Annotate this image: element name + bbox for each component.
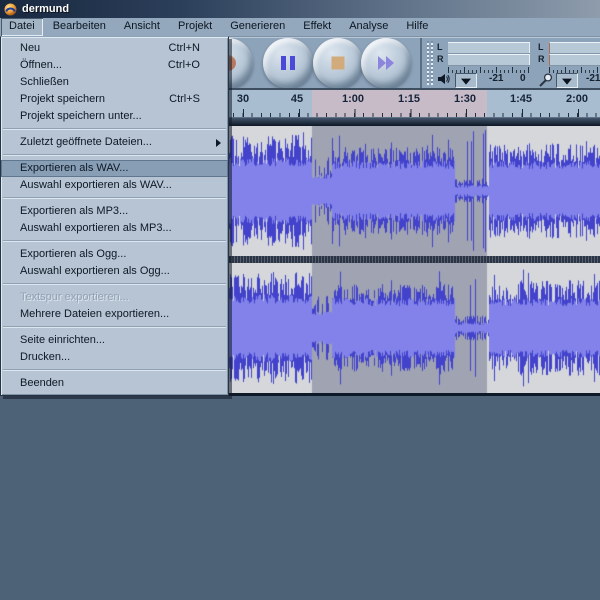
meter-scale-label: -21	[489, 73, 503, 84]
menu-separator	[1, 280, 228, 289]
menu-item-beenden[interactable]: Beenden	[1, 375, 228, 392]
ruler-ticks	[229, 109, 600, 117]
menubar-item-ansicht[interactable]: Ansicht	[116, 18, 168, 36]
output-meter-bar-right	[448, 54, 530, 66]
menu-separator	[1, 237, 228, 246]
input-meter-dropdown[interactable]	[556, 73, 578, 88]
empty-workspace	[0, 396, 600, 600]
file-menu-dropdown: Neu Ctrl+N Öffnen... Ctrl+O Schließen Projekt…	[0, 36, 229, 396]
audacity-window: dermund DateiBearbeitenAnsichtProjektGen…	[0, 0, 600, 600]
menu-item-shortcut: Ctrl+O	[168, 57, 200, 74]
ruler-time-label: 1:30	[454, 93, 476, 105]
menu-item-textspur-exportieren: Textspur exportieren...	[1, 289, 228, 306]
menu-item-seite-einrichten[interactable]: Seite einrichten...	[1, 332, 228, 349]
microphone-icon	[538, 73, 553, 87]
meter-channel-label: L	[538, 42, 544, 53]
menu-item-label: Beenden	[20, 377, 64, 389]
output-level-meter[interactable]: L R -21 0	[436, 40, 532, 86]
menu-separator	[1, 194, 228, 203]
dropdown-arrow-icon	[562, 78, 572, 84]
menu-item-auswahl-exportieren-als-wav[interactable]: Auswahl exportieren als WAV...	[1, 177, 228, 194]
menu-item-label: Projekt speichern	[20, 93, 105, 105]
menu-item-drucken[interactable]: Drucken...	[1, 349, 228, 366]
ruler-time-label: 1:00	[342, 93, 364, 105]
menu-separator	[1, 151, 228, 160]
stop-button[interactable]	[313, 38, 363, 88]
menu-item-label: Textspur exportieren...	[20, 291, 129, 303]
menu-item-label: Auswahl exportieren als MP3...	[20, 222, 172, 234]
menu-item-label: Öffnen...	[20, 59, 62, 71]
input-level-meter[interactable]: L R -21	[537, 40, 600, 86]
menu-item-mehrere-dateien-exportieren[interactable]: Mehrere Dateien exportieren...	[1, 306, 228, 323]
menubar-item-projekt[interactable]: Projekt	[170, 18, 220, 36]
menu-item-label: Exportieren als WAV...	[20, 162, 128, 174]
menu-item-label: Seite einrichten...	[20, 334, 105, 346]
menu-item-schlie-en[interactable]: Schließen	[1, 74, 228, 91]
menu-item-ffnen[interactable]: Öffnen... Ctrl+O	[1, 57, 228, 74]
speaker-icon	[437, 73, 451, 86]
titlebar[interactable]: dermund	[0, 0, 600, 18]
meter-channel-label: R	[538, 54, 545, 65]
menu-item-shortcut: Ctrl+N	[169, 40, 200, 57]
menu-separator	[1, 125, 228, 134]
menu-item-exportieren-als-mp3[interactable]: Exportieren als MP3...	[1, 203, 228, 220]
input-meter-bar-right	[549, 54, 600, 66]
menu-separator	[1, 366, 228, 375]
menubar-item-analyse[interactable]: Analyse	[341, 18, 396, 36]
menubar-item-hilfe[interactable]: Hilfe	[398, 18, 436, 36]
menubar-item-generieren[interactable]: Generieren	[222, 18, 293, 36]
meter-scale-label: -21	[586, 73, 600, 84]
menu-item-label: Drucken...	[20, 351, 70, 363]
skip-end-icon	[378, 56, 394, 70]
submenu-arrow-icon	[216, 139, 221, 147]
menu-separator	[1, 323, 228, 332]
pause-icon	[281, 56, 295, 70]
ruler-time-label: 2:00	[566, 93, 588, 105]
skip-to-end-button[interactable]	[361, 38, 411, 88]
dropdown-arrow-icon	[461, 78, 471, 84]
input-meter-bar-left	[549, 42, 600, 54]
menu-item-projekt-speichern[interactable]: Projekt speichern Ctrl+S	[1, 91, 228, 108]
menu-item-zuletzt-ge-ffnete-dateien[interactable]: Zuletzt geöffnete Dateien...	[1, 134, 228, 151]
menubar-item-effekt[interactable]: Effekt	[295, 18, 339, 36]
menu-item-neu[interactable]: Neu Ctrl+N	[1, 40, 228, 57]
ruler-time-label: 30	[237, 93, 249, 105]
menu-item-auswahl-exportieren-als-ogg[interactable]: Auswahl exportieren als Ogg...	[1, 263, 228, 280]
output-meter-bar-left	[448, 42, 530, 54]
ruler-time-label: 1:45	[510, 93, 532, 105]
menu-item-label: Auswahl exportieren als Ogg...	[20, 265, 170, 277]
menu-item-exportieren-als-wav[interactable]: Exportieren als WAV...	[1, 160, 228, 177]
menubar-item-datei[interactable]: Datei	[1, 18, 43, 36]
menu-item-label: Exportieren als MP3...	[20, 205, 128, 217]
toolbar-divider	[420, 38, 422, 88]
menu-item-label: Neu	[20, 42, 40, 54]
menu-item-label: Projekt speichern unter...	[20, 110, 142, 122]
meter-toolbar-grip[interactable]	[427, 41, 434, 85]
menu-item-label: Schließen	[20, 76, 69, 88]
meter-channel-label: L	[437, 42, 443, 53]
menu-item-label: Exportieren als Ogg...	[20, 248, 126, 260]
menubar: DateiBearbeitenAnsichtProjektGenerierenE…	[0, 18, 600, 37]
pause-button[interactable]	[263, 38, 313, 88]
ruler-time-label: 45	[291, 93, 303, 105]
menu-item-shortcut: Ctrl+S	[169, 91, 200, 108]
window-title: dermund	[22, 3, 69, 15]
audacity-logo-icon	[4, 3, 17, 16]
menubar-item-bearbeiten[interactable]: Bearbeiten	[45, 18, 114, 36]
output-meter-dropdown[interactable]	[455, 73, 477, 88]
meter-scale-label: 0	[520, 73, 526, 84]
menu-item-label: Auswahl exportieren als WAV...	[20, 179, 172, 191]
meter-channel-label: R	[437, 54, 444, 65]
menu-item-exportieren-als-ogg[interactable]: Exportieren als Ogg...	[1, 246, 228, 263]
menu-item-auswahl-exportieren-als-mp3[interactable]: Auswahl exportieren als MP3...	[1, 220, 228, 237]
menu-item-label: Mehrere Dateien exportieren...	[20, 308, 169, 320]
ruler-time-label: 1:15	[398, 93, 420, 105]
stop-icon	[332, 57, 345, 70]
menu-item-label: Zuletzt geöffnete Dateien...	[20, 136, 152, 148]
menu-item-projekt-speichern-unter[interactable]: Projekt speichern unter...	[1, 108, 228, 125]
